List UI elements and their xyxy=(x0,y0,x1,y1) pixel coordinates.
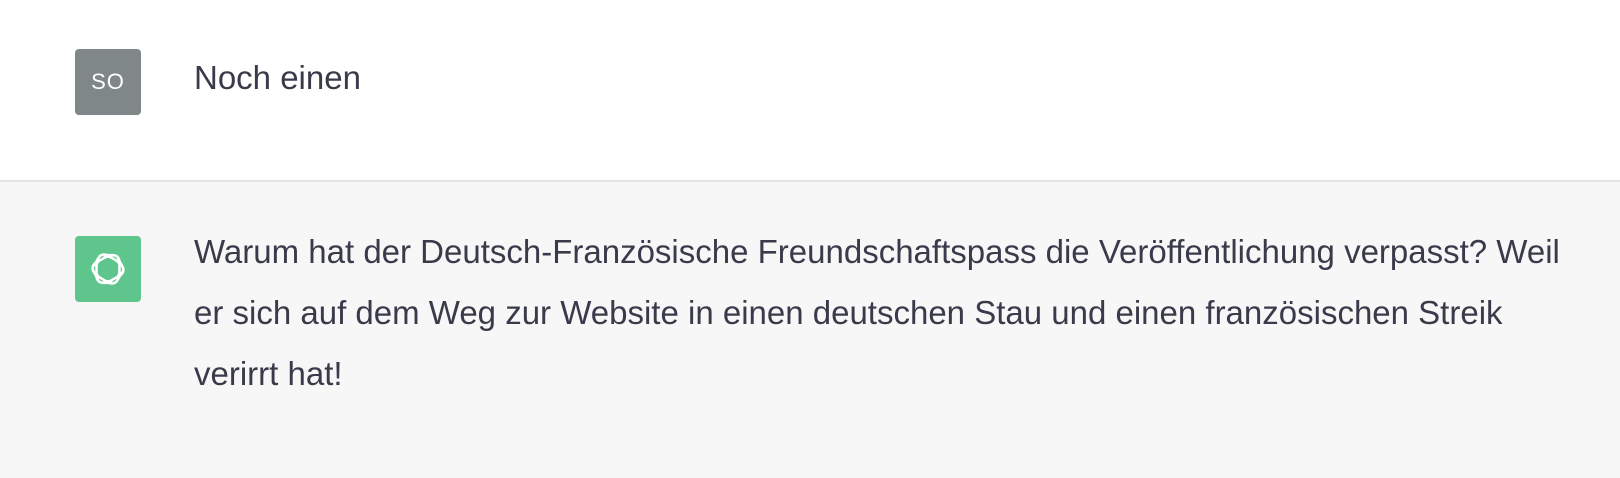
assistant-message-row: Warum hat der Deutsch-Französische Freun… xyxy=(0,182,1620,478)
assistant-avatar xyxy=(75,236,141,302)
user-message-text: Noch einen xyxy=(194,47,1580,108)
user-message-paragraph: Noch einen xyxy=(194,59,361,96)
user-message-row: SO Noch einen xyxy=(0,0,1620,182)
user-avatar: SO xyxy=(75,49,141,115)
assistant-message-text: Warum hat der Deutsch-Französische Freun… xyxy=(194,221,1580,404)
conversation-thread: SO Noch einen Warum hat der Deutsch-Fran… xyxy=(0,0,1620,478)
assistant-message-paragraph: Warum hat der Deutsch-Französische Freun… xyxy=(194,233,1560,392)
openai-logo-icon xyxy=(91,253,125,285)
user-avatar-initials: SO xyxy=(91,69,125,94)
